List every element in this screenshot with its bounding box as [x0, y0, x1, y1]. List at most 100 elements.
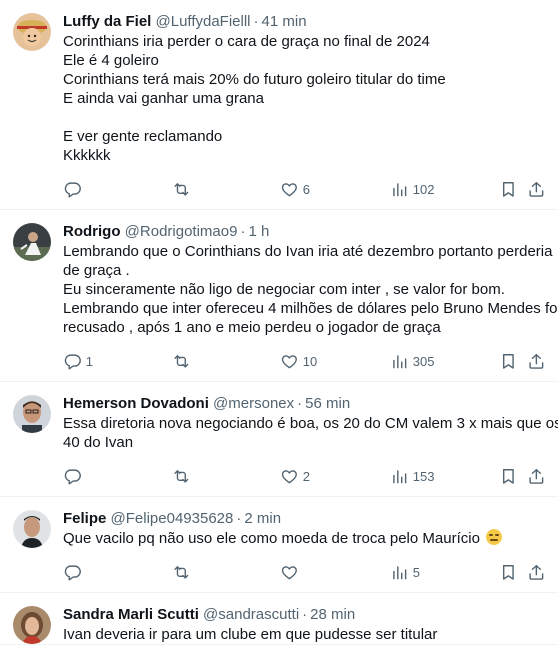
- views-count: 102: [412, 181, 435, 197]
- reply-icon: [63, 352, 82, 371]
- timeline: Luffy da Fiel @LuffydaFielll · 41 min Corin…: [0, 0, 558, 645]
- share-icon: [527, 563, 546, 582]
- share-icon: [527, 180, 546, 199]
- share-button[interactable]: [527, 349, 546, 373]
- display-name[interactable]: Rodrigo: [63, 223, 121, 240]
- views-count: 5: [412, 564, 420, 580]
- separator-dot: ·: [240, 223, 246, 240]
- retweet-icon: [172, 180, 191, 199]
- tweet-text-line: E ainda vai ganhar uma grana: [63, 90, 264, 107]
- like-button[interactable]: [280, 560, 303, 584]
- like-button[interactable]: 6: [280, 177, 310, 201]
- avatar[interactable]: [13, 223, 51, 261]
- tweet-text-line: Ivan deveria ir para um clube em que pud…: [63, 626, 438, 643]
- tweet-text-line: Essa diretoria nova negociando é boa, os…: [63, 415, 558, 432]
- tweet-text-line: recusado , após 1 ano e meio perdeu o jo…: [63, 319, 441, 336]
- user-handle[interactable]: @LuffydaFielll: [156, 13, 251, 30]
- reply-button[interactable]: [63, 560, 86, 584]
- bookmark-icon: [499, 352, 518, 371]
- bookmark-button[interactable]: [499, 177, 518, 201]
- separator-dot: ·: [253, 13, 259, 30]
- like-button[interactable]: 2: [280, 464, 310, 488]
- tweet-text-line: Kkkkkk: [63, 147, 111, 164]
- tweet-text: Corinthians iria perder o cara de graça …: [63, 32, 542, 165]
- reply-count: 1: [85, 353, 93, 369]
- views-count: 305: [412, 353, 435, 369]
- tweet-text-line: E ver gente reclamando: [63, 128, 223, 145]
- tweet-text: Essa diretoria nova negociando é boa, os…: [63, 414, 558, 452]
- tweet-header: Hemerson Dovadoni @mersonex · 56 min: [63, 394, 542, 414]
- bookmark-icon: [499, 467, 518, 486]
- display-name[interactable]: Felipe: [63, 510, 106, 527]
- views-icon: [390, 180, 409, 199]
- views-button[interactable]: 102: [390, 177, 434, 201]
- views-button[interactable]: 305: [390, 349, 434, 373]
- tweet-actions: 1 10 305: [63, 349, 544, 373]
- display-name[interactable]: Hemerson Dovadoni: [63, 395, 209, 412]
- retweet-icon: [172, 467, 191, 486]
- reply-button[interactable]: [63, 464, 86, 488]
- tweet-text-line: [63, 108, 542, 127]
- like-icon: [280, 467, 299, 486]
- views-button[interactable]: 5: [390, 560, 420, 584]
- avatar[interactable]: [13, 13, 51, 51]
- retweet-button[interactable]: [172, 177, 195, 201]
- timestamp[interactable]: 1 h: [248, 223, 269, 240]
- tweet[interactable]: Felipe @Felipe04935628 · 2 min Que vacilo p…: [0, 497, 558, 593]
- tweet[interactable]: Hemerson Dovadoni @mersonex · 56 min Essa d…: [0, 382, 558, 497]
- tweet-header: Felipe @Felipe04935628 · 2 min: [63, 509, 542, 529]
- retweet-button[interactable]: [172, 349, 195, 373]
- tweet-text-line: Corinthians terá mais 20% do futuro gole…: [63, 71, 446, 88]
- share-button[interactable]: [527, 177, 546, 201]
- retweet-icon: [172, 563, 191, 582]
- tweet[interactable]: Rodrigo @Rodrigotimao9 · 1 h Lembrando que …: [0, 210, 558, 382]
- tweet-text-line: Lembrando que o Corinthians do Ivan iria…: [63, 243, 553, 260]
- share-button[interactable]: [527, 560, 546, 584]
- views-button[interactable]: 153: [390, 464, 434, 488]
- avatar[interactable]: [13, 510, 51, 548]
- user-handle[interactable]: @mersonex: [213, 395, 294, 412]
- tweet-actions: 6 102: [63, 177, 544, 201]
- user-handle[interactable]: @Felipe04935628: [111, 510, 234, 527]
- like-count: 6: [302, 181, 310, 197]
- retweet-button[interactable]: [172, 560, 195, 584]
- tweet[interactable]: Sandra Marli Scutti @sandrascutti · 28 min…: [0, 593, 558, 645]
- views-count: 153: [412, 468, 435, 484]
- tweet-text: Que vacilo pq não uso ele como moeda de …: [63, 529, 542, 548]
- reply-button[interactable]: 1: [63, 349, 93, 373]
- like-button[interactable]: 10: [280, 349, 317, 373]
- share-button[interactable]: [527, 464, 546, 488]
- tweet[interactable]: Luffy da Fiel @LuffydaFielll · 41 min Corin…: [0, 0, 558, 210]
- tweet-text-line: Que vacilo pq não uso ele como moeda de …: [63, 530, 480, 547]
- share-icon: [527, 352, 546, 371]
- avatar[interactable]: [13, 395, 51, 433]
- retweet-icon: [172, 352, 191, 371]
- timestamp[interactable]: 2 min: [244, 510, 281, 527]
- bookmark-button[interactable]: [499, 464, 518, 488]
- avatar[interactable]: [13, 606, 51, 644]
- reply-button[interactable]: [63, 177, 86, 201]
- share-icon: [527, 467, 546, 486]
- retweet-button[interactable]: [172, 464, 195, 488]
- timestamp[interactable]: 56 min: [305, 395, 350, 412]
- timestamp[interactable]: 41 min: [262, 13, 307, 30]
- tweet-header: Luffy da Fiel @LuffydaFielll · 41 min: [63, 12, 542, 32]
- user-handle[interactable]: @Rodrigotimao9: [125, 223, 238, 240]
- tweet-text-line: 40 do Ivan: [63, 434, 134, 451]
- bookmark-button[interactable]: [499, 560, 518, 584]
- tweet-text-line: de graça .: [63, 262, 130, 279]
- separator-dot: ·: [302, 606, 308, 623]
- bookmark-button[interactable]: [499, 349, 518, 373]
- user-handle[interactable]: @sandrascutti: [203, 606, 299, 623]
- display-name[interactable]: Luffy da Fiel: [63, 13, 151, 30]
- like-count: 10: [302, 353, 318, 369]
- tweet-text-line: Ele é 4 goleiro: [63, 52, 159, 69]
- like-count: 2: [302, 468, 310, 484]
- views-icon: [390, 563, 409, 582]
- timestamp[interactable]: 28 min: [310, 606, 355, 623]
- like-icon: [280, 563, 299, 582]
- tweet-text-line: Corinthians iria perder o cara de graça …: [63, 33, 430, 50]
- reply-icon: [63, 180, 82, 199]
- display-name[interactable]: Sandra Marli Scutti: [63, 606, 199, 623]
- reply-icon: [63, 467, 82, 486]
